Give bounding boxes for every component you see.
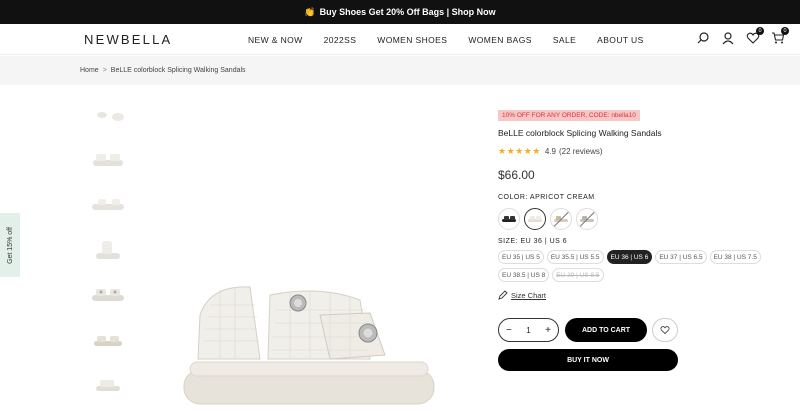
- discount-side-tab[interactable]: Get 15% off: [0, 213, 20, 277]
- size-label: SIZE: EU 36 | US 6: [498, 238, 788, 245]
- rating-value: 4.9: [544, 147, 556, 156]
- color-label-prefix: COLOR:: [498, 194, 528, 201]
- size-label-prefix: SIZE:: [498, 238, 519, 245]
- main-nav: NEW & NOW 2022SS WOMEN SHOES WOMEN BAGS …: [248, 35, 644, 45]
- wishlist-count-badge: 0: [756, 27, 764, 35]
- color-swatch-apricot-cream[interactable]: [524, 208, 546, 230]
- quantity-stepper: − 1 +: [498, 318, 559, 342]
- discount-side-tab-label: Get 15% off: [6, 226, 14, 264]
- size-chart-link[interactable]: Size Chart: [498, 290, 788, 300]
- thumbnail-image[interactable]: [84, 278, 132, 312]
- nav-2022ss[interactable]: 2022SS: [324, 35, 357, 45]
- announcement-bar[interactable]: 👏 Buy Shoes Get 20% Off Bags | Shop Now: [0, 0, 800, 24]
- color-label: COLOR: APRICOT CREAM: [498, 194, 788, 201]
- size-option[interactable]: EU 38 | US 7.5: [709, 250, 761, 264]
- size-options: EU 35 | US 5 EU 35.5 | US 5.5 EU 36 | US…: [498, 250, 788, 286]
- color-swatch-black[interactable]: [498, 208, 520, 230]
- size-option[interactable]: EU 38.5 | US 8: [498, 268, 550, 282]
- product-price: $66.00: [498, 168, 535, 182]
- quantity-decrease-button[interactable]: −: [506, 325, 512, 336]
- cart-icon[interactable]: 0: [771, 27, 789, 45]
- quantity-increase-button[interactable]: +: [545, 325, 551, 336]
- thumbnail-image[interactable]: [84, 143, 132, 177]
- account-icon[interactable]: [721, 31, 735, 45]
- ruler-pencil-icon: [498, 290, 508, 300]
- size-option-sold-out[interactable]: EU 39 | US 8.5: [552, 268, 604, 282]
- breadcrumb-current: BeLLE colorblock Splicing Walking Sandal…: [110, 67, 246, 74]
- size-option[interactable]: EU 37 | US 6.5: [655, 250, 707, 264]
- nav-about-us[interactable]: ABOUT US: [597, 35, 644, 45]
- breadcrumb: Home > BeLLE colorblock Splicing Walking…: [0, 56, 800, 85]
- thumbnail-gallery: [84, 98, 132, 411]
- color-swatch-unavailable-1[interactable]: [550, 208, 572, 230]
- cart-actions: − 1 + ADD TO CART: [498, 318, 788, 342]
- breadcrumb-home[interactable]: Home: [80, 67, 99, 74]
- review-count[interactable]: (22 reviews): [559, 147, 603, 156]
- cart-count-badge: 0: [781, 27, 789, 35]
- quantity-value[interactable]: 1: [526, 326, 530, 335]
- star-rating-icon: ★★★★★: [498, 146, 541, 156]
- color-swatch-unavailable-2[interactable]: [576, 208, 598, 230]
- buy-it-now-button[interactable]: BUY IT NOW: [498, 349, 678, 371]
- heart-icon: [660, 326, 670, 335]
- add-to-cart-button[interactable]: ADD TO CART: [565, 318, 647, 342]
- main-product-image[interactable]: [170, 255, 450, 405]
- site-header: NEWBELLA NEW & NOW 2022SS WOMEN SHOES WO…: [0, 24, 800, 55]
- add-to-wishlist-button[interactable]: [652, 318, 678, 342]
- size-option[interactable]: EU 35 | US 5: [498, 250, 544, 264]
- nav-women-bags[interactable]: WOMEN BAGS: [468, 35, 532, 45]
- nav-women-shoes[interactable]: WOMEN SHOES: [377, 35, 447, 45]
- clap-icon: 👏: [304, 6, 316, 17]
- site-logo[interactable]: NEWBELLA: [84, 32, 172, 47]
- product-rating[interactable]: ★★★★★ 4.9 (22 reviews): [498, 146, 788, 157]
- size-chart-label[interactable]: Size Chart: [511, 291, 546, 300]
- thumbnail-image[interactable]: [84, 368, 132, 402]
- announcement-text[interactable]: Buy Shoes Get 20% Off Bags | Shop Now: [320, 7, 496, 17]
- nav-new-and-now[interactable]: NEW & NOW: [248, 35, 303, 45]
- thumbnail-image[interactable]: [84, 323, 132, 357]
- color-swatches: [498, 208, 788, 230]
- product-info: 10% OFF FOR ANY ORDER, CODE: nbella10 Be…: [498, 104, 788, 371]
- search-icon[interactable]: [696, 31, 710, 45]
- product-title: BeLLE colorblock Splicing Walking Sandal…: [498, 128, 662, 138]
- size-option-selected[interactable]: EU 36 | US 6: [606, 250, 653, 264]
- thumbnail-image[interactable]: [84, 98, 132, 132]
- wishlist-icon[interactable]: 0: [746, 27, 764, 45]
- color-value: APRICOT CREAM: [529, 194, 595, 201]
- size-option[interactable]: EU 35.5 | US 5.5: [546, 250, 604, 264]
- header-icons: 0 0: [696, 27, 789, 45]
- thumbnail-image[interactable]: [84, 188, 132, 222]
- breadcrumb-separator: >: [102, 67, 107, 74]
- nav-sale[interactable]: SALE: [553, 35, 576, 45]
- promo-code-banner: 10% OFF FOR ANY ORDER, CODE: nbella10: [498, 110, 640, 121]
- size-value: EU 36 | US 6: [520, 238, 568, 245]
- thumbnail-image[interactable]: [84, 233, 132, 267]
